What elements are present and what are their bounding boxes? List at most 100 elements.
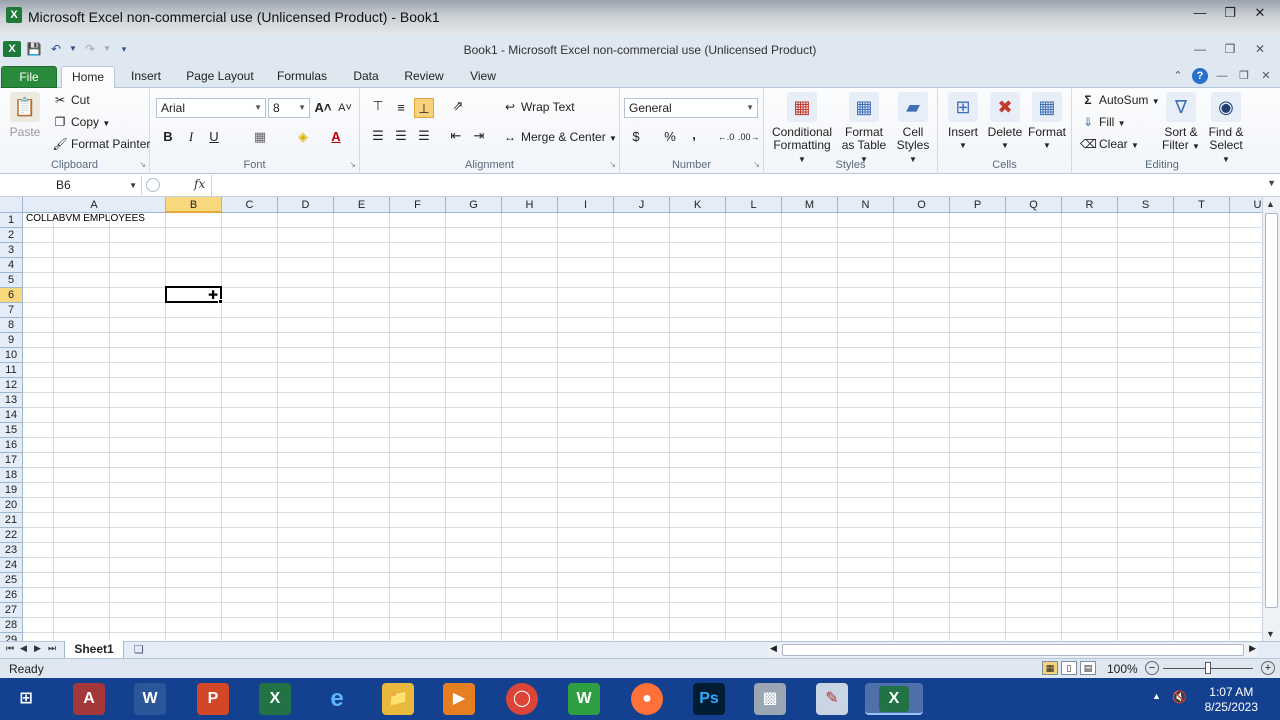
column-header[interactable]: L (726, 197, 782, 213)
cells-area[interactable] (23, 213, 1262, 641)
row-header[interactable]: 9 (0, 333, 22, 348)
bold-button[interactable]: B (158, 127, 178, 147)
column-header[interactable]: Q (1006, 197, 1062, 213)
zoom-level[interactable]: 100% (1107, 662, 1138, 676)
zoom-in-icon[interactable]: + (1261, 661, 1275, 675)
column-header[interactable]: J (614, 197, 670, 213)
column-header[interactable]: P (950, 197, 1006, 213)
clear-button[interactable]: ⌫ Clear ▼ (1080, 137, 1139, 153)
workbook-restore-button[interactable]: ❐ (1236, 68, 1252, 84)
zoom-out-icon[interactable]: − (1145, 661, 1159, 675)
column-header[interactable]: M (782, 197, 838, 213)
last-sheet-icon[interactable]: ⏭ (48, 643, 56, 654)
row-header[interactable]: 5 (0, 273, 22, 288)
excel-icon[interactable]: X (259, 683, 291, 715)
row-header[interactable]: 4 (0, 258, 22, 273)
align-middle-icon[interactable]: ≡ (391, 98, 411, 118)
format-painter-button[interactable]: 🖌 Format Painter (52, 137, 150, 151)
font-launcher-icon[interactable]: ↘ (349, 160, 356, 169)
computer-icon[interactable]: ▩ (754, 683, 786, 715)
column-header[interactable]: H (502, 197, 558, 213)
clipboard-launcher-icon[interactable]: ↘ (139, 160, 146, 169)
row-header[interactable]: 6 (0, 288, 22, 303)
scroll-down-icon[interactable]: ▼ (1266, 629, 1275, 639)
row-header[interactable]: 20 (0, 498, 22, 513)
tab-view[interactable]: View (462, 66, 504, 88)
media-player-icon[interactable]: ▶ (443, 683, 475, 715)
redo-icon[interactable]: ↷ (81, 41, 99, 57)
fill-button[interactable]: ⇓ Fill ▼ (1080, 115, 1126, 131)
copy-button[interactable]: ❐ Copy ▼ (52, 115, 111, 131)
vertical-scrollbar[interactable]: ▲ ▼ (1262, 197, 1280, 641)
tab-file[interactable]: File (1, 66, 57, 88)
page-layout-view-icon[interactable]: ▯ (1061, 661, 1077, 675)
firefox-icon[interactable]: ● (631, 683, 663, 715)
column-header[interactable]: E (334, 197, 390, 213)
workbook-minimize-button[interactable]: — (1214, 68, 1230, 84)
grow-font-icon[interactable]: A˄ (313, 98, 333, 118)
cut-button[interactable]: ✂ Cut (52, 93, 90, 107)
insert-function-button[interactable]: fx (194, 177, 205, 191)
percent-button[interactable]: % (660, 127, 680, 147)
align-left-icon[interactable]: ☰ (368, 126, 388, 146)
workbook-close-button[interactable]: ✕ (1258, 68, 1274, 84)
orientation-icon[interactable]: ⇗ (448, 96, 468, 116)
column-header[interactable]: N (838, 197, 894, 213)
horizontal-scrollbar[interactable]: ◀ ▶ (768, 643, 1258, 657)
undo-dropdown-icon[interactable]: ▼ (69, 41, 77, 57)
align-top-icon[interactable]: ⊤ (368, 96, 388, 116)
cell-styles-button[interactable]: ▰ Cell Styles ▼ (892, 92, 934, 166)
row-header[interactable]: 25 (0, 573, 22, 588)
column-header[interactable]: T (1174, 197, 1230, 213)
minimize-window-button[interactable]: — (1188, 4, 1212, 22)
row-header[interactable]: 27 (0, 603, 22, 618)
access-icon[interactable]: A (73, 683, 105, 715)
tray-overflow-icon[interactable]: ▲ (1152, 691, 1161, 701)
find-select-button[interactable]: ◉ Find & Select ▼ (1204, 92, 1248, 166)
font-color-icon[interactable]: A (326, 127, 346, 147)
word-icon[interactable]: W (134, 683, 166, 715)
undo-icon[interactable]: ↶ (47, 41, 65, 57)
cell-a1[interactable]: COLLABVM EMPLOYEES (26, 213, 145, 224)
excel-active-icon[interactable]: X (865, 683, 923, 715)
minimize-ribbon-icon[interactable]: ⌃ (1170, 68, 1186, 84)
format-cells-button[interactable]: ▦ Format ▼ (1026, 92, 1068, 152)
internet-explorer-icon[interactable]: e (321, 683, 353, 715)
autosum-button[interactable]: Σ AutoSum ▼ (1080, 93, 1159, 109)
row-header[interactable]: 21 (0, 513, 22, 528)
zoom-slider-knob[interactable] (1205, 662, 1211, 674)
row-header[interactable]: 1 (0, 213, 22, 228)
row-header[interactable]: 2 (0, 228, 22, 243)
number-launcher-icon[interactable]: ↘ (753, 160, 760, 169)
column-header[interactable]: O (894, 197, 950, 213)
italic-button[interactable]: I (181, 127, 201, 147)
row-header[interactable]: 3 (0, 243, 22, 258)
column-header[interactable]: I (558, 197, 614, 213)
file-explorer-icon[interactable]: 📁 (382, 683, 414, 715)
align-right-icon[interactable]: ☰ (414, 126, 434, 146)
row-header[interactable]: 28 (0, 618, 22, 633)
save-icon[interactable]: 💾 (25, 41, 43, 57)
zoom-slider[interactable]: − + (1145, 661, 1275, 677)
font-family-select[interactable]: Arial ▼ (156, 98, 266, 118)
games-icon[interactable]: W (568, 683, 600, 715)
comma-button[interactable]: , (684, 125, 704, 145)
scroll-right-icon[interactable]: ▶ (1249, 643, 1256, 654)
row-header[interactable]: 23 (0, 543, 22, 558)
font-size-select[interactable]: 8 ▼ (268, 98, 310, 118)
number-format-select[interactable]: General ▼ (624, 98, 758, 118)
row-header[interactable]: 14 (0, 408, 22, 423)
row-header[interactable]: 24 (0, 558, 22, 573)
tab-home[interactable]: Home (61, 66, 115, 89)
align-bottom-icon[interactable]: ⊥ (414, 98, 434, 118)
column-header[interactable]: B (166, 197, 222, 213)
underline-button[interactable]: U (204, 127, 224, 147)
clock[interactable]: 1:07 AM 8/25/2023 (1205, 685, 1258, 715)
alignment-launcher-icon[interactable]: ↘ (609, 160, 616, 169)
name-box[interactable]: B6 ▼ (0, 176, 142, 195)
scroll-left-icon[interactable]: ◀ (770, 643, 777, 654)
decrease-decimal-icon[interactable]: .00→ (738, 127, 760, 147)
currency-button[interactable]: $ (626, 127, 646, 147)
help-icon[interactable]: ? (1192, 68, 1208, 84)
row-header[interactable]: 11 (0, 363, 22, 378)
